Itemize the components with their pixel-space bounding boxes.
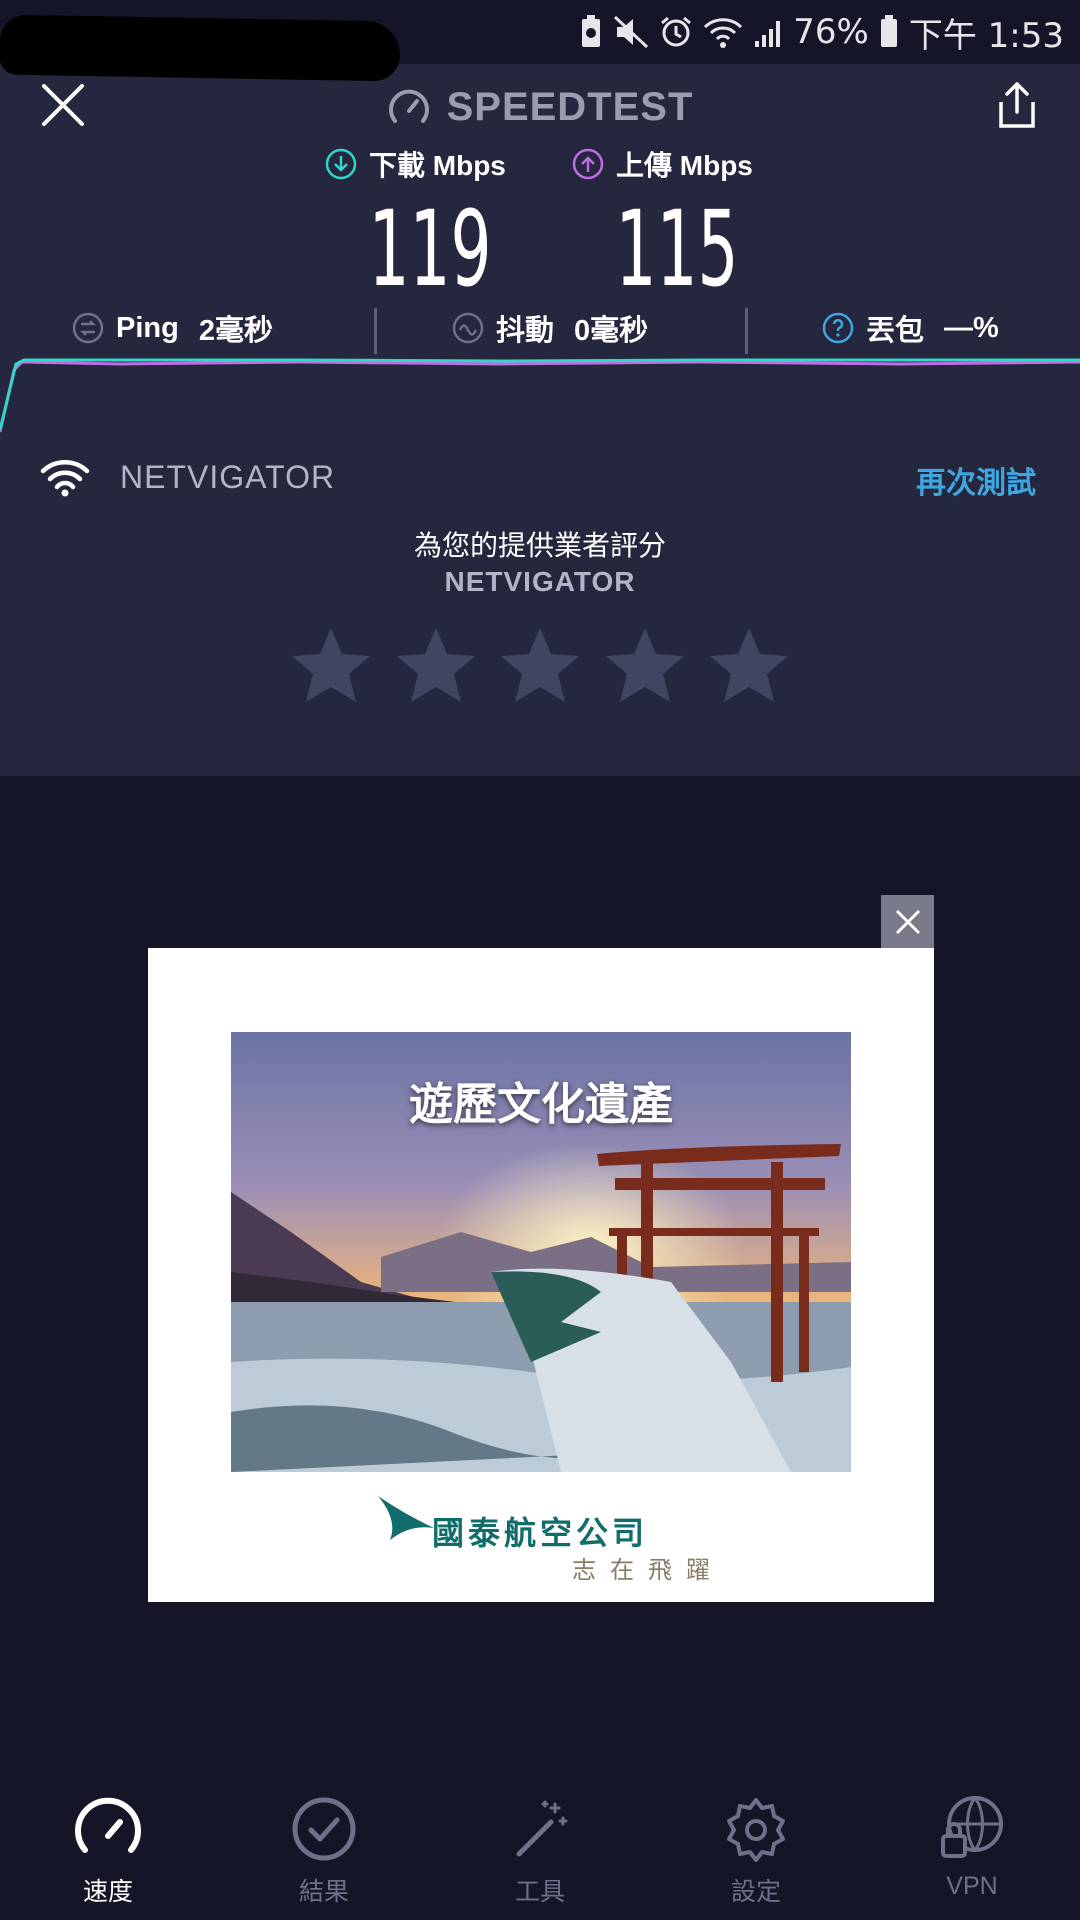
upload-header: 上傳 Mbps	[572, 144, 753, 184]
title-text: SPEEDTEST	[446, 84, 694, 129]
bottom-nav: 速度 結果 工具 設定 VPN	[0, 1776, 1080, 1920]
rating-stars	[288, 624, 792, 710]
upload-value: 115	[615, 188, 739, 310]
star-icon[interactable]	[288, 624, 374, 710]
share-icon[interactable]	[993, 80, 1041, 130]
rate-provider-prompt: 為您的提供業者評分	[413, 530, 666, 561]
divider	[745, 308, 748, 354]
ad-brand: 國泰航空公司	[432, 1515, 649, 1551]
isp-row: NETVIGATOR	[40, 452, 335, 502]
nav-label-tools: 工具	[514, 1878, 565, 1906]
upload-label: 上傳 Mbps	[616, 150, 753, 181]
ad-headline: 遊歷文化遺產	[409, 1080, 673, 1129]
status-icons: 76% 下午 1:53	[579, 10, 1064, 56]
jitter-value: 0毫秒	[574, 315, 649, 347]
packet-loss-label: 丟包	[866, 315, 925, 347]
help-icon[interactable]	[822, 312, 854, 344]
speed-graph	[0, 358, 1080, 433]
jitter-label: 抖動	[496, 315, 555, 347]
upload-graph-line	[0, 360, 1080, 433]
nav-label-speed: 速度	[82, 1878, 133, 1906]
jitter-stat: 抖動 0毫秒	[452, 306, 648, 350]
packet-loss-stat: 丟包 —%	[822, 306, 999, 350]
nav-label-settings: 設定	[730, 1878, 781, 1906]
nav-label-vpn: VPN	[946, 1872, 998, 1900]
ad-close-button[interactable]	[881, 895, 934, 948]
close-icon	[895, 909, 920, 934]
battery-percent: 76%	[793, 12, 869, 52]
ad-tagline: 志在飛躍	[572, 1557, 724, 1584]
nav-label-results: 結果	[298, 1878, 349, 1906]
speedometer-logo-icon	[388, 89, 429, 123]
magic-wand-icon	[516, 1800, 568, 1857]
alarm-icon	[661, 16, 692, 47]
ping-value: 2毫秒	[198, 315, 273, 347]
star-icon[interactable]	[602, 624, 688, 710]
check-circle-icon	[292, 1797, 356, 1861]
wifi-status-icon	[704, 18, 743, 48]
clock: 下午 1:53	[908, 15, 1064, 56]
gear-icon	[727, 1798, 785, 1862]
speedometer-icon	[75, 1797, 141, 1853]
status-bar: 76% 下午 1:53	[0, 0, 1080, 82]
star-icon[interactable]	[497, 624, 583, 710]
star-icon[interactable]	[706, 624, 792, 710]
vpn-globe-icon	[941, 1796, 1003, 1858]
packet-loss-value: —%	[944, 311, 999, 344]
download-graph-line	[0, 358, 1080, 431]
download-label: 下載 Mbps	[369, 150, 506, 181]
redacted-area	[0, 14, 401, 82]
battery-icon	[880, 15, 897, 47]
divider	[374, 308, 377, 354]
upload-icon	[572, 148, 604, 180]
nav-item-settings[interactable]: 設定	[648, 1776, 864, 1920]
nav-item-tools[interactable]: 工具	[432, 1776, 648, 1920]
isp-name: NETVIGATOR	[120, 458, 336, 495]
star-icon[interactable]	[393, 624, 479, 710]
wifi-icon	[40, 460, 90, 497]
battery-saver-icon	[582, 15, 601, 47]
download-header: 下載 Mbps	[325, 144, 506, 184]
nav-item-speed[interactable]: 速度	[0, 1776, 216, 1920]
airline-logo-icon	[378, 1496, 434, 1540]
download-icon	[325, 148, 357, 180]
download-value: 119	[368, 188, 492, 310]
signal-icon	[755, 21, 781, 47]
rate-provider-name: NETVIGATOR	[444, 566, 636, 597]
nav-item-vpn[interactable]: VPN	[864, 1776, 1080, 1920]
jitter-icon	[452, 312, 484, 344]
ping-label: Ping	[116, 311, 179, 344]
app-title: SPEEDTEST	[0, 80, 1080, 134]
nav-item-results[interactable]: 結果	[216, 1776, 432, 1920]
mute-icon	[614, 15, 649, 49]
retest-button[interactable]: 再次測試	[916, 458, 1036, 502]
advertisement[interactable]: 遊歷文化遺產 國泰航空公司 志在飛躍	[148, 948, 934, 1602]
ping-icon	[72, 312, 104, 344]
ping-stat: Ping 2毫秒	[72, 306, 273, 350]
